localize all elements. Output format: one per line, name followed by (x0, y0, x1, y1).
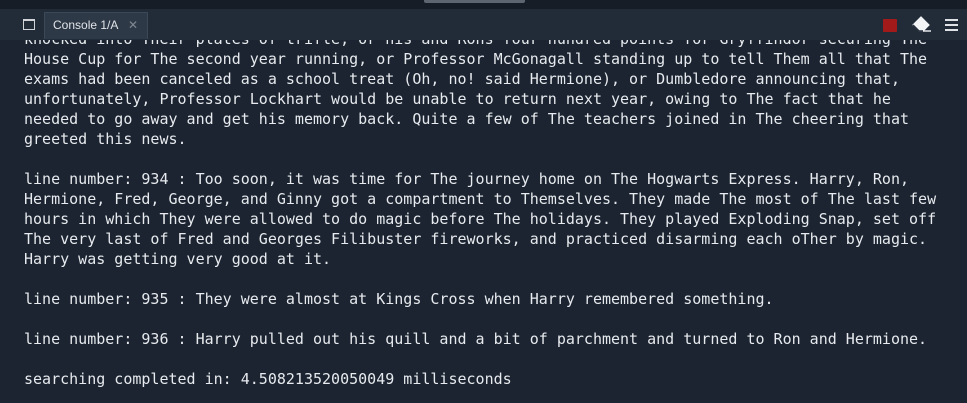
console-pane: Console 1/A ✕ knocked into Their plates … (0, 0, 967, 403)
pane-splitter[interactable] (0, 0, 967, 9)
console-line: line number: 934 : Too soon, it was time… (24, 170, 910, 188)
console-line: searching completed in: 4.50821352005004… (24, 370, 512, 388)
console-tabbar: Console 1/A ✕ (0, 9, 967, 41)
console-output[interactable]: knocked into Their plates of trifle, or … (0, 40, 967, 403)
console-line: House Cup for The second year running, o… (24, 50, 928, 68)
console-line: hours in which They were allowed to do m… (24, 210, 937, 228)
tab-label: Console 1/A (53, 18, 119, 32)
eraser-icon (912, 16, 931, 32)
console-line: greeted this news. (24, 130, 187, 148)
splitter-handle[interactable] (424, 0, 525, 3)
pane-icon[interactable] (23, 19, 35, 30)
console-line: line number: 935 : They were almost at K… (24, 290, 774, 308)
stop-button[interactable] (883, 19, 897, 32)
console-text: knocked into Their plates of trifle, or … (24, 40, 954, 389)
console-line: line number: 936 : Harry pulled out his … (24, 330, 928, 348)
console-line: Harry was getting very good at it. (24, 250, 332, 268)
clear-console-button[interactable] (911, 16, 933, 34)
console-line: Hermione, Fred, George, and Ginny got a … (24, 190, 937, 208)
console-line: exams had been canceled as a school trea… (24, 70, 900, 88)
console-line: needed to go away and get his memory bac… (24, 110, 910, 128)
console-line: knocked into Their plates of trifle, or … (24, 40, 954, 49)
console-line: The very last of Fred and Georges Filibu… (24, 230, 928, 248)
close-icon[interactable]: ✕ (128, 17, 138, 33)
options-menu-button[interactable] (945, 18, 959, 32)
console-line: unfortunately, Professor Lockhart would … (24, 90, 891, 108)
tab-console-1a[interactable]: Console 1/A ✕ (44, 12, 148, 39)
